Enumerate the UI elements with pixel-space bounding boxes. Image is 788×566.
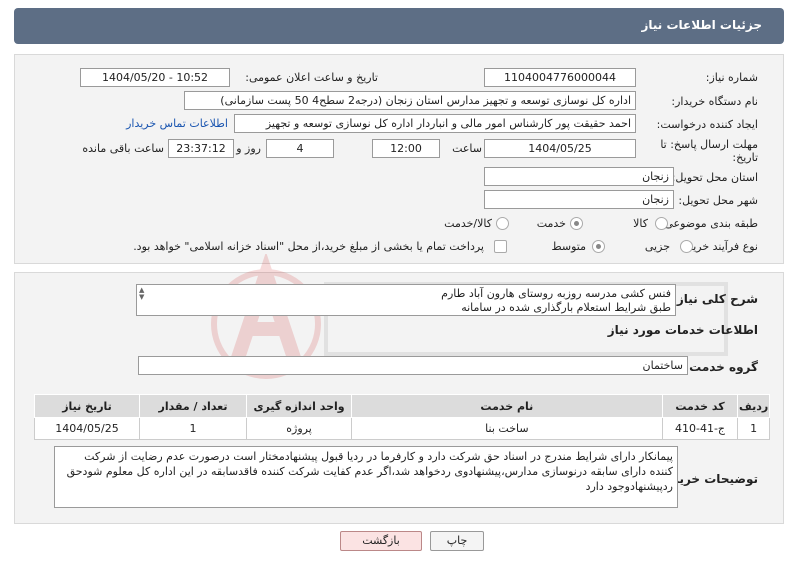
page-title: جزئیات اطلاعات نیاز (641, 18, 762, 32)
description-textarea[interactable]: فنس کشی مدرسه روزبه روستای هارون آباد طا… (136, 284, 676, 316)
description-label: شرح کلی نیاز: (672, 292, 758, 306)
col-need-date: تاریخ نیاز (33, 394, 141, 418)
deadline-date-field: 1404/05/25 (484, 139, 636, 158)
cell-unit: پروژه (246, 417, 353, 440)
need-number-label: شماره نیاز: (705, 71, 758, 84)
category-radio-service[interactable] (570, 217, 583, 230)
buyer-notes-textarea[interactable]: پیمانکار دارای شرایط مندرج در اسناد حق ش… (54, 446, 678, 508)
days-remaining-field: 4 (266, 139, 334, 158)
category-option-goods-service: کالا/خدمت (444, 217, 492, 230)
process-option-minor: جزیی (644, 240, 670, 253)
announce-date-label: تاریخ و ساعت اعلان عمومی: (245, 71, 378, 84)
table-row: 1 ج-41-410 ساخت بنا پروژه 1 1404/05/25 (33, 417, 770, 440)
deadline-label-date: تاریخ: (732, 151, 758, 164)
back-button[interactable]: بازگشت (340, 531, 422, 551)
creator-field: احمد حقیقت پور کارشناس امور مالی و انبار… (234, 114, 636, 133)
col-service-code: کد خدمت (661, 394, 739, 418)
treasury-payment-note: پرداخت تمام یا بخشی از مبلغ خرید،از محل … (133, 240, 484, 253)
need-number-field: 1104004776000044 (484, 68, 636, 87)
service-group-label: گروه خدمت: (684, 360, 758, 374)
description-line-1: فنس کشی مدرسه روزبه روستای هارون آباد طا… (441, 287, 671, 300)
category-radio-goods[interactable] (655, 217, 668, 230)
category-option-goods: کالا (633, 217, 648, 230)
category-option-service: خدمت (536, 217, 566, 230)
buyer-name-label: نام دستگاه خریدار: (671, 95, 758, 108)
services-table: ردیف کد خدمت نام خدمت واحد اندازه گیری ت… (33, 394, 770, 440)
category-radio-goods-service[interactable] (496, 217, 509, 230)
treasury-payment-checkbox[interactable] (494, 240, 507, 253)
cell-service-code: ج-41-410 (661, 417, 739, 440)
services-section-title: اطلاعات خدمات مورد نیاز (607, 323, 758, 337)
remaining-label: ساعت باقی مانده (82, 142, 164, 155)
province-field: زنجان (484, 167, 674, 186)
cell-row-number: 1 (737, 417, 770, 440)
col-unit: واحد اندازه گیری (246, 394, 353, 418)
col-quantity: تعداد / مقدار (139, 394, 248, 418)
process-radio-minor[interactable] (680, 240, 693, 253)
city-label: شهر محل تحویل: (678, 194, 758, 207)
cell-service-name: ساخت بنا (351, 417, 663, 440)
days-label: روز و (236, 142, 261, 155)
service-group-field: ساختمان (138, 356, 688, 375)
creator-label: ایجاد کننده درخواست: (656, 118, 758, 131)
process-option-medium: متوسط (551, 240, 586, 253)
deadline-label: مهلت ارسال پاسخ: تا (660, 138, 758, 151)
province-label: استان محل تحویل: (671, 171, 758, 184)
category-label: طبقه بندی موضوعی: (660, 217, 758, 230)
col-service-name: نام خدمت (351, 394, 663, 418)
textarea-scroll-arrows-icon[interactable]: ▲ ▼ (139, 287, 144, 301)
buyer-name-field: اداره کل نوسازی توسعه و تجهیز مدارس استا… (184, 91, 636, 110)
page-header: جزئیات اطلاعات نیاز (14, 8, 784, 44)
deadline-time-field: 12:00 (372, 139, 440, 158)
print-button[interactable]: چاپ (430, 531, 484, 551)
city-field: زنجان (484, 190, 674, 209)
col-row-number: ردیف (737, 394, 770, 418)
process-radio-medium[interactable] (592, 240, 605, 253)
description-line-2: طبق شرایط استعلام بارگذاری شده در سامانه (461, 301, 671, 314)
table-header-row: ردیف کد خدمت نام خدمت واحد اندازه گیری ت… (33, 394, 770, 418)
deadline-time-label: ساعت (452, 142, 482, 155)
cell-quantity: 1 (139, 417, 248, 440)
buyer-contact-link[interactable]: اطلاعات تماس خریدار (126, 117, 228, 130)
cell-need-date: 1404/05/25 (33, 417, 141, 440)
time-remaining-field: 23:37:12 (168, 139, 234, 158)
announce-date-field: 1404/05/20 - 10:52 (80, 68, 230, 87)
